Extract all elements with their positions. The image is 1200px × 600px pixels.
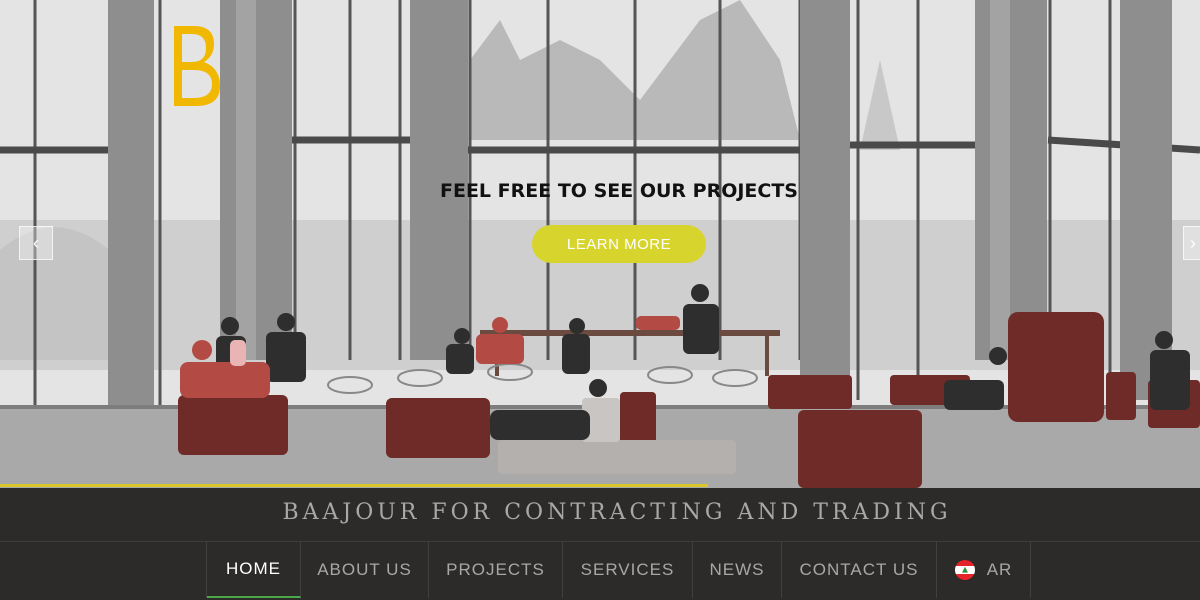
nav-item-label: PROJECTS [446,560,545,579]
slide-progress-bar [0,484,708,487]
lebanon-flag-icon [954,560,975,580]
nav-item-services[interactable]: SERVICES [563,542,693,598]
nav-item-about-us[interactable]: ABOUT US [301,542,429,598]
company-name: BAAJOUR FOR CONTRACTING AND TRADING [282,500,952,525]
slider-next-button[interactable]: › [1183,226,1200,260]
slide-title: FEEL FREE TO SEE OUR PROJECTS [440,180,798,202]
slider-prev-button[interactable]: ‹ [19,226,53,260]
page: ‹ › FEEL FREE TO SEE OUR PROJECTS LEARN … [0,0,1200,600]
nav-item-label: AR [986,560,1013,579]
chevron-right-icon: › [1190,232,1196,253]
learn-more-button[interactable]: LEARN MORE [532,225,706,263]
nav-item-label: SERVICES [580,560,675,579]
nav-item-news[interactable]: NEWS [693,542,782,598]
nav-item-label: CONTACT US [799,560,919,579]
chevron-left-icon: ‹ [33,232,39,253]
nav-item-label: ABOUT US [317,560,412,579]
main-navigation: HOME ABOUT US PROJECTS SERVICES NEWS CON… [0,542,1200,600]
brand-bar: BAAJOUR FOR CONTRACTING AND TRADING [0,488,1200,542]
nav-item-home[interactable]: HOME [207,542,301,598]
nav-item-label: NEWS [709,560,765,579]
logo-letter-b [174,26,220,106]
nav-item-label: HOME [226,559,281,578]
hero-slider: ‹ › FEEL FREE TO SEE OUR PROJECTS LEARN … [0,0,1200,488]
nav-item-projects[interactable]: PROJECTS [429,542,563,598]
company-logo[interactable] [170,24,222,108]
nav-item-contact-us[interactable]: CONTACT US [782,542,937,598]
nav-item-language-ar[interactable]: AR [937,542,1031,598]
